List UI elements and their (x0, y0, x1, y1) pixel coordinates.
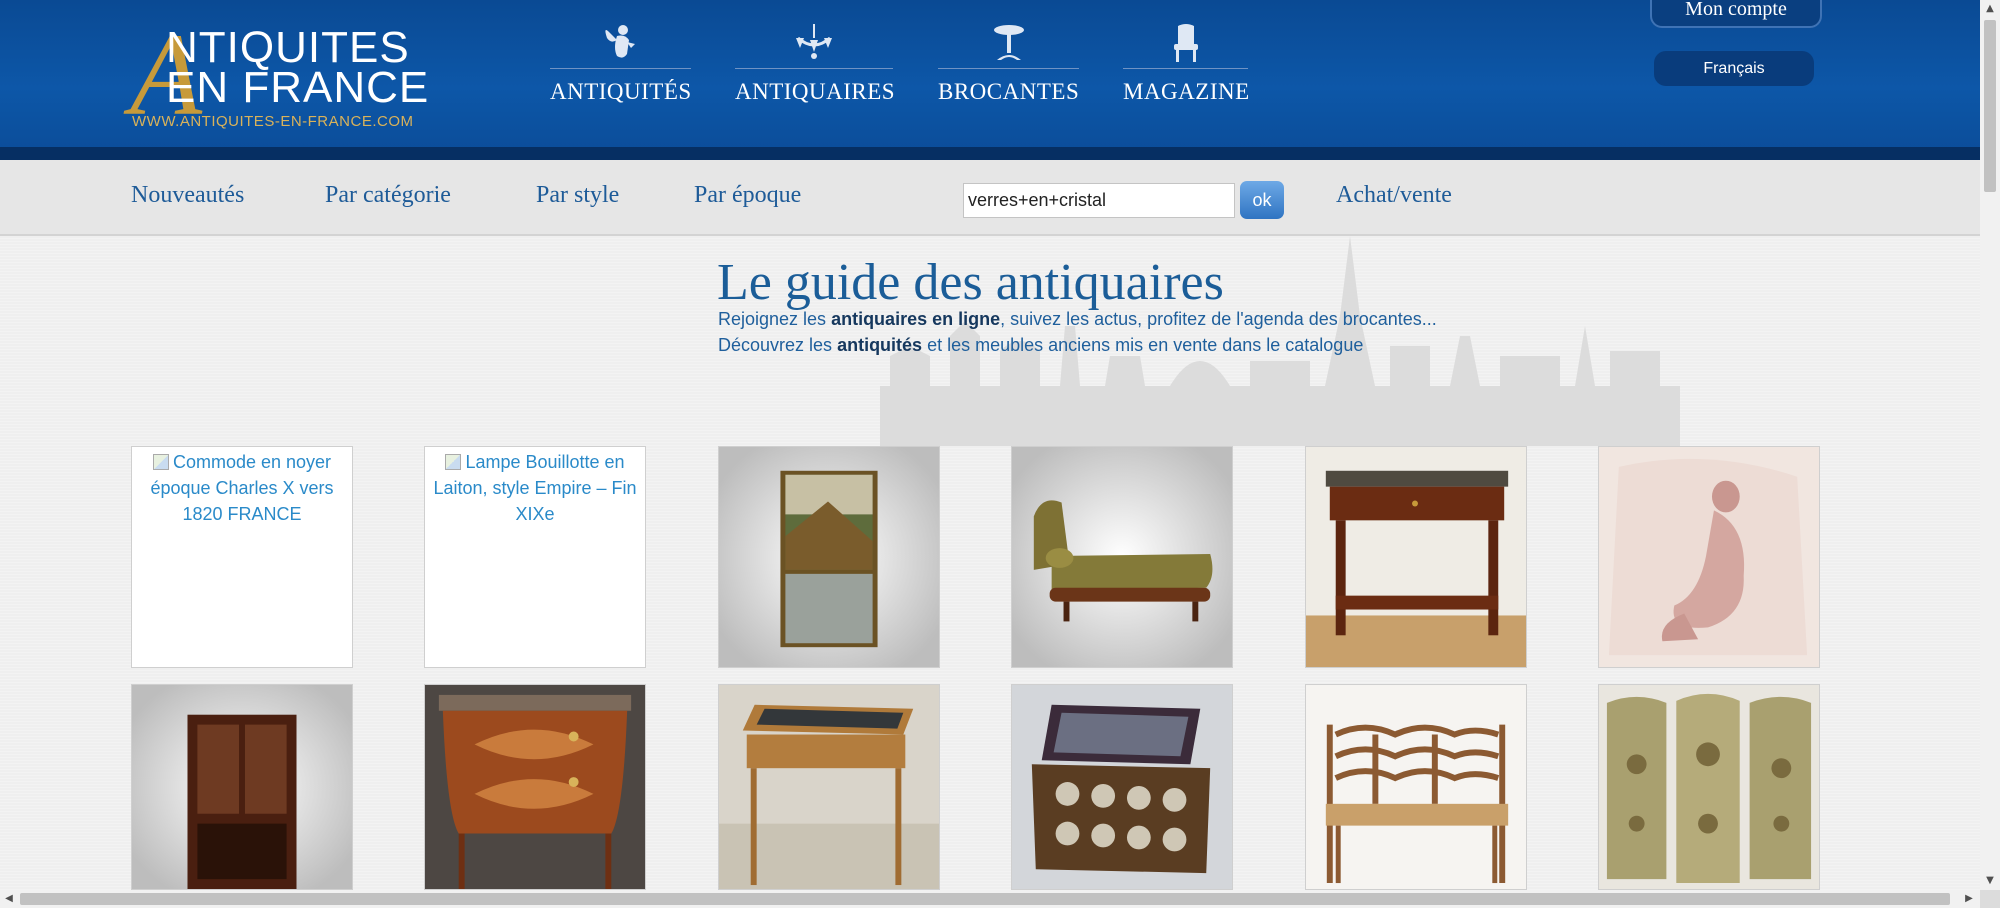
scroll-up-icon[interactable]: ▲ (1980, 0, 2000, 18)
nude-painting-image (1599, 447, 1819, 667)
nav-divider (550, 68, 691, 69)
hero-text: et les meubles anciens mis en vente dans… (922, 335, 1364, 355)
vitrine-cabinet-image (132, 685, 352, 889)
hero-link-antiquites[interactable]: antiquités (837, 335, 922, 355)
product-card[interactable] (1598, 684, 1820, 890)
nav-divider (735, 68, 893, 69)
broken-image-alt: Commode en noyer époque Charles X vers 1… (132, 447, 352, 529)
nav-antiquites[interactable]: ANTIQUITÉS (550, 22, 691, 112)
nav-antiquites-label: ANTIQUITÉS (550, 79, 692, 104)
rush-bench-image (1306, 685, 1526, 889)
subnav-par-categorie[interactable]: Par catégorie (325, 182, 451, 209)
subnav-achat-vente[interactable]: Achat/vente (1336, 182, 1452, 209)
product-card[interactable] (718, 684, 940, 890)
product-card[interactable] (424, 684, 646, 890)
product-card[interactable]: Lampe Bouillotte en Laiton, style Empire… (424, 446, 646, 668)
language-selector[interactable]: Français (1654, 51, 1814, 86)
logo-url: WWW.ANTIQUITES-EN-FRANCE.COM (132, 113, 414, 130)
site-logo[interactable]: A NTIQUITES EN FRANCE WWW.ANTIQUITES-EN-… (130, 16, 440, 134)
nav-magazine[interactable]: MAGAZINE (1123, 22, 1250, 112)
chaise-longue-image (1012, 447, 1232, 667)
product-card[interactable] (1305, 684, 1527, 890)
account-button[interactable]: Mon compte (1650, 0, 1822, 28)
armchair-icon (1173, 24, 1198, 62)
writing-desk-image (719, 685, 939, 889)
site-header: A NTIQUITES EN FRANCE WWW.ANTIQUITES-EN-… (0, 0, 1980, 160)
hero-text: Rejoignez les (718, 309, 832, 329)
secondary-nav: Nouveautés Par catégorie Par style Par é… (0, 160, 1980, 236)
scrollbar-corner (1980, 890, 2000, 908)
product-card[interactable]: Commode en noyer époque Charles X vers 1… (131, 446, 353, 668)
product-card[interactable] (1011, 684, 1233, 890)
nav-brocantes-label: BROCANTES (938, 79, 1080, 104)
product-card[interactable] (718, 446, 940, 668)
broken-image-icon (152, 454, 169, 470)
nav-magazine-label: MAGAZINE (1123, 79, 1250, 104)
hero-intro-line-1: Rejoignez les antiquaires en ligne, suiv… (718, 309, 1437, 330)
scroll-down-icon[interactable]: ▼ (1980, 872, 2000, 890)
scroll-right-icon[interactable]: ▶ (1960, 890, 1978, 908)
subnav-nouveautes[interactable]: Nouveautés (131, 182, 244, 209)
header-band (0, 147, 1980, 160)
nav-antiquaires[interactable]: ANTIQUAIRES (735, 22, 896, 112)
search-ok-button[interactable]: ok (1240, 181, 1284, 219)
product-card[interactable] (1011, 446, 1233, 668)
vertical-scrollbar-thumb[interactable] (1984, 20, 1996, 192)
subnav-par-epoque[interactable]: Par époque (694, 182, 801, 209)
console-table-image (1306, 447, 1526, 667)
nav-antiquaires-label: ANTIQUAIRES (735, 79, 896, 104)
broken-image-alt: Lampe Bouillotte en Laiton, style Empire… (425, 447, 645, 529)
subnav-par-style[interactable]: Par style (536, 182, 619, 209)
folding-screen-image (1599, 685, 1819, 889)
broken-image-icon (445, 454, 462, 470)
search-input[interactable] (963, 183, 1235, 218)
trumeau-mirror-image (719, 447, 939, 667)
product-card[interactable] (131, 684, 353, 890)
hero-text: , suivez les actus, profitez de l'agenda… (1000, 309, 1437, 329)
horizontal-scrollbar-thumb[interactable] (20, 893, 1950, 905)
chandelier-icon (796, 24, 832, 59)
product-card[interactable] (1305, 446, 1527, 668)
nav-divider (1123, 68, 1248, 69)
product-card[interactable] (1598, 446, 1820, 668)
page-title: Le guide des antiquaires (717, 254, 1224, 311)
product-alt-text: Lampe Bouillotte en Laiton, style Empire… (433, 452, 637, 524)
hero-link-antiquaires[interactable]: antiquaires en ligne (831, 309, 1000, 329)
logo-line-2: EN FRANCE (166, 63, 430, 112)
hero-text: Découvrez les (718, 335, 838, 355)
pedestal-table-icon (993, 25, 1024, 60)
marquetry-commode-image (425, 685, 645, 889)
vanity-case-image (1012, 685, 1232, 889)
scroll-left-icon[interactable]: ◀ (0, 890, 18, 908)
angel-icon (604, 25, 635, 58)
hero-intro-line-2: Découvrez les antiquités et les meubles … (718, 335, 1363, 356)
nav-divider (938, 68, 1079, 69)
nav-brocantes[interactable]: BROCANTES (938, 22, 1079, 112)
horizontal-scrollbar[interactable]: ◀ ▶ (0, 890, 1980, 908)
product-alt-text: Commode en noyer époque Charles X vers 1… (150, 452, 334, 524)
vertical-scrollbar[interactable]: ▲ ▼ (1980, 0, 2000, 890)
